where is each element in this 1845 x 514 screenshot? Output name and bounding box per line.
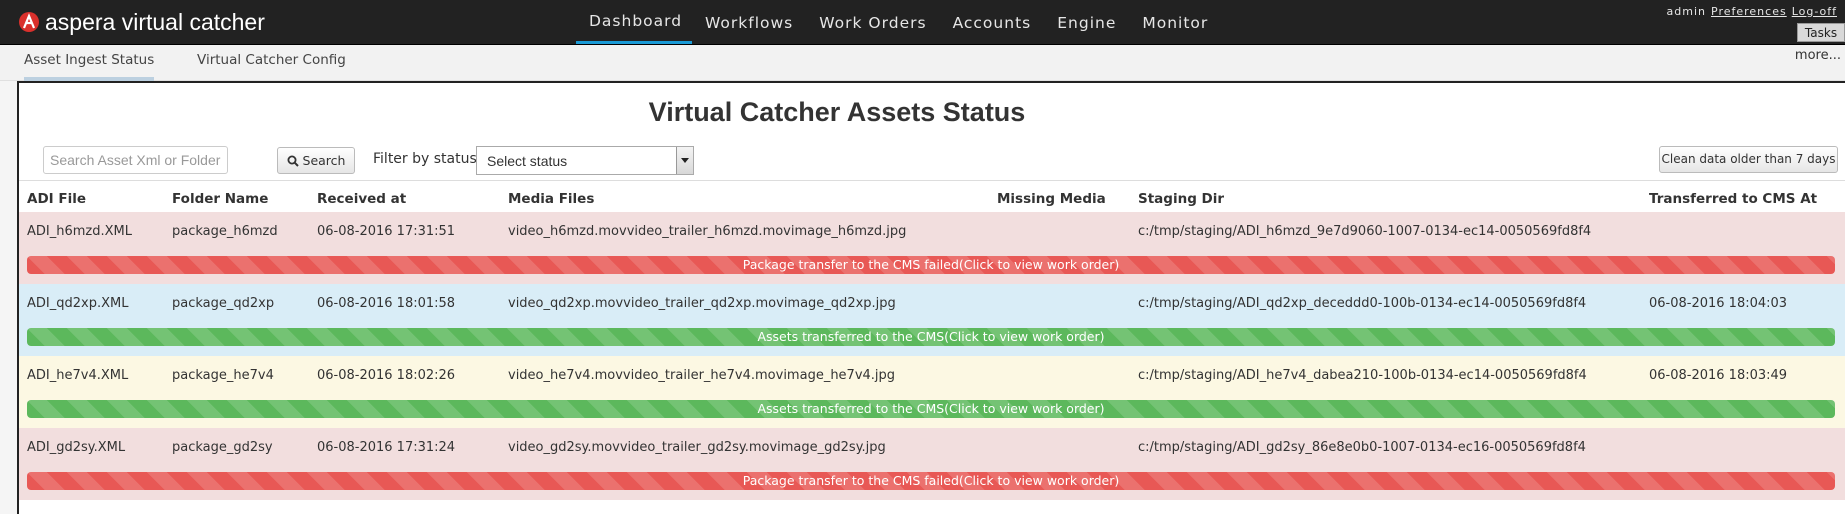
cell-media-files: video_h6mzd.movvideo_trailer_h6mzd.movim… bbox=[508, 224, 907, 239]
status-bar[interactable]: Assets transferred to the CMS(Click to v… bbox=[27, 328, 1835, 346]
table-row: ADI_gd2sy.XML package_gd2sy 06-08-2016 1… bbox=[19, 428, 1845, 500]
nav-engine[interactable]: Engine bbox=[1044, 0, 1129, 44]
assets-status-panel: Virtual Catcher Assets Status Search Fil… bbox=[17, 81, 1845, 514]
cell-folder-name: package_h6mzd bbox=[172, 224, 278, 239]
cell-received-at: 06-08-2016 18:01:58 bbox=[317, 296, 456, 311]
table-row: ADI_he7v4.XML package_he7v4 06-08-2016 1… bbox=[19, 356, 1845, 428]
nav-dashboard[interactable]: Dashboard bbox=[576, 0, 692, 44]
cell-transferred-at: 06-08-2016 18:04:03 bbox=[1649, 296, 1788, 311]
table-header: ADI File Folder Name Received at Media F… bbox=[19, 180, 1845, 213]
cell-adi-file: ADI_he7v4.XML bbox=[27, 368, 129, 383]
column-header-adi-file[interactable]: ADI File bbox=[27, 191, 86, 207]
cell-media-files: video_qd2xp.movvideo_trailer_qd2xp.movim… bbox=[508, 296, 896, 311]
status-bar[interactable]: Assets transferred to the CMS(Click to v… bbox=[27, 400, 1835, 418]
preferences-link[interactable]: Preferences bbox=[1711, 5, 1787, 18]
cell-folder-name: package_qd2xp bbox=[172, 296, 275, 311]
cell-received-at: 06-08-2016 17:31:51 bbox=[317, 224, 456, 239]
sub-nav: Asset Ingest Status Virtual Catcher Conf… bbox=[0, 45, 1845, 81]
column-header-staging-dir[interactable]: Staging Dir bbox=[1138, 191, 1224, 207]
nav-work-orders[interactable]: Work Orders bbox=[806, 0, 939, 44]
cell-adi-file: ADI_h6mzd.XML bbox=[27, 224, 132, 239]
status-filter-select[interactable]: Select status bbox=[476, 146, 694, 175]
status-bar[interactable]: Package transfer to the CMS failed(Click… bbox=[27, 472, 1835, 490]
search-input[interactable] bbox=[43, 146, 228, 174]
column-header-missing-media[interactable]: Missing Media bbox=[997, 191, 1106, 207]
subnav-virtual-catcher-config[interactable]: Virtual Catcher Config bbox=[197, 45, 346, 77]
table-row: ADI_h6mzd.XML package_h6mzd 06-08-2016 1… bbox=[19, 212, 1845, 284]
chevron-down-icon[interactable] bbox=[676, 147, 693, 174]
tasks-button[interactable]: Tasks bbox=[1797, 23, 1845, 42]
search-button[interactable]: Search bbox=[277, 147, 355, 174]
subnav-asset-ingest-status[interactable]: Asset Ingest Status bbox=[24, 45, 155, 81]
column-header-received-at[interactable]: Received at bbox=[317, 191, 406, 207]
cell-folder-name: package_gd2sy bbox=[172, 440, 273, 455]
main-nav: Dashboard Workflows Work Orders Accounts… bbox=[576, 0, 1221, 44]
aspera-logo-icon bbox=[19, 12, 39, 32]
logoff-link[interactable]: Log-off bbox=[1792, 5, 1837, 18]
status-bar[interactable]: Package transfer to the CMS failed(Click… bbox=[27, 256, 1835, 274]
search-icon bbox=[287, 155, 299, 167]
brand[interactable]: aspera virtual catcher bbox=[19, 7, 265, 37]
top-navbar: aspera virtual catcher Dashboard Workflo… bbox=[0, 0, 1845, 45]
cell-staging-dir: c:/tmp/staging/ADI_he7v4_dabea210-100b-0… bbox=[1138, 368, 1587, 383]
cell-adi-file: ADI_gd2sy.XML bbox=[27, 440, 126, 455]
more-link[interactable]: more... bbox=[1795, 48, 1841, 63]
cell-folder-name: package_he7v4 bbox=[172, 368, 274, 383]
nav-accounts[interactable]: Accounts bbox=[940, 0, 1045, 44]
cell-received-at: 06-08-2016 17:31:24 bbox=[317, 440, 456, 455]
cell-media-files: video_he7v4.movvideo_trailer_he7v4.movim… bbox=[508, 368, 896, 383]
user-name: admin bbox=[1666, 5, 1706, 18]
cell-media-files: video_gd2sy.movvideo_trailer_gd2sy.movim… bbox=[508, 440, 886, 455]
filter-label: Filter by status: bbox=[373, 151, 482, 167]
brand-name: aspera virtual catcher bbox=[45, 8, 265, 35]
cell-transferred-at: 06-08-2016 18:03:49 bbox=[1649, 368, 1788, 383]
page-title: Virtual Catcher Assets Status bbox=[648, 97, 1026, 127]
nav-workflows[interactable]: Workflows bbox=[692, 0, 806, 44]
status-filter-value: Select status bbox=[487, 153, 568, 169]
cell-adi-file: ADI_qd2xp.XML bbox=[27, 296, 129, 311]
cell-received-at: 06-08-2016 18:02:26 bbox=[317, 368, 456, 383]
cell-staging-dir: c:/tmp/staging/ADI_h6mzd_9e7d9060-1007-0… bbox=[1138, 224, 1592, 239]
nav-monitor[interactable]: Monitor bbox=[1129, 0, 1221, 44]
search-button-label: Search bbox=[302, 153, 346, 168]
table-row: ADI_qd2xp.XML package_qd2xp 06-08-2016 1… bbox=[19, 284, 1845, 356]
column-header-transferred-at[interactable]: Transferred to CMS At bbox=[1649, 191, 1817, 207]
cell-staging-dir: c:/tmp/staging/ADI_qd2xp_deceddd0-100b-0… bbox=[1138, 296, 1587, 311]
user-links: admin Preferences Log-off bbox=[1667, 5, 1837, 18]
column-header-media-files[interactable]: Media Files bbox=[508, 191, 594, 207]
cell-staging-dir: c:/tmp/staging/ADI_gd2sy_86e8e0b0-1007-0… bbox=[1138, 440, 1586, 455]
column-header-folder-name[interactable]: Folder Name bbox=[172, 191, 268, 207]
clean-data-button[interactable]: Clean data older than 7 days bbox=[1659, 146, 1838, 173]
